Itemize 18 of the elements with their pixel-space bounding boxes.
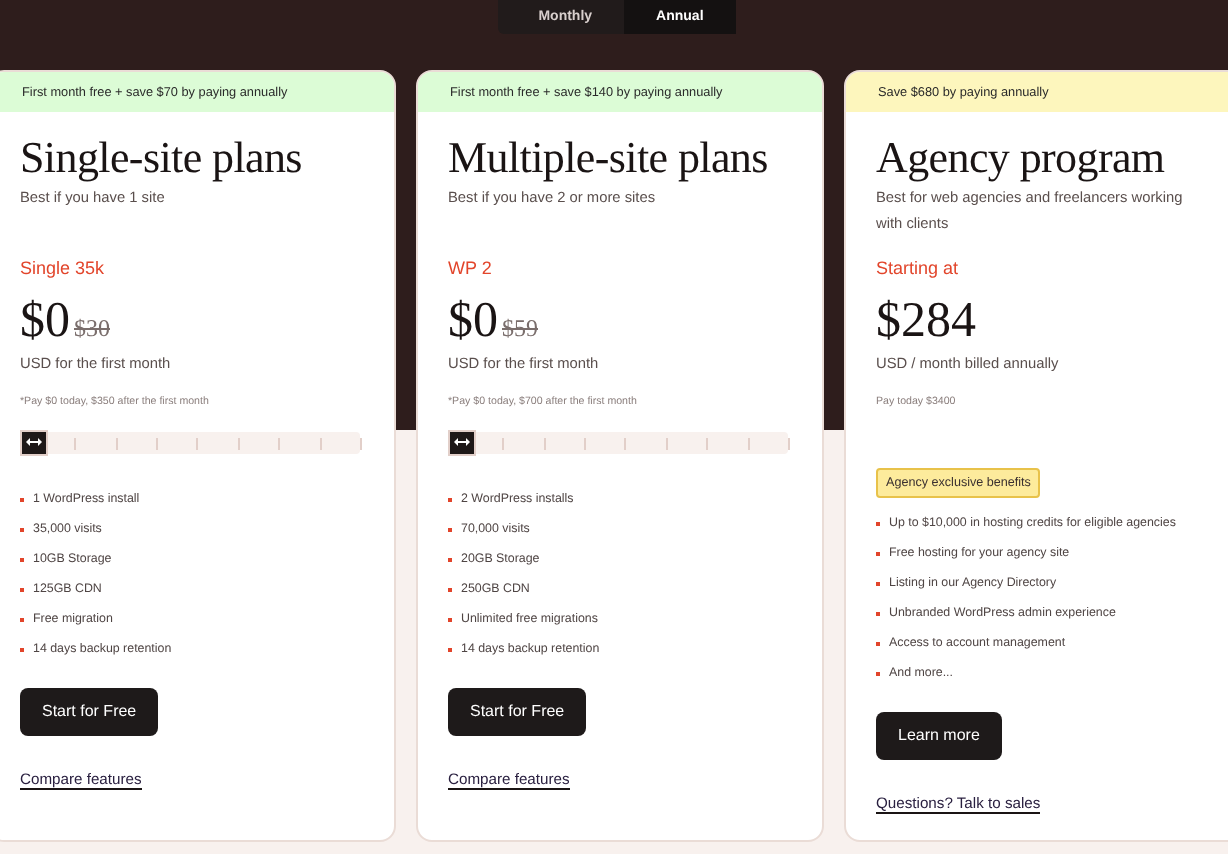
old-price: $30 bbox=[74, 314, 110, 344]
price: $0 bbox=[448, 294, 498, 350]
price: $0 bbox=[20, 294, 70, 350]
tier-label: Starting at bbox=[876, 256, 959, 280]
cta-button[interactable]: Start for Free bbox=[448, 687, 587, 735]
slider-thumb[interactable] bbox=[448, 429, 476, 455]
cta-button[interactable]: Learn more bbox=[876, 711, 1002, 759]
plan-title: Multiple-site plans bbox=[448, 132, 768, 184]
tier-label: WP 2 bbox=[448, 256, 492, 280]
slider-thumb[interactable] bbox=[20, 429, 48, 455]
plan-slider[interactable] bbox=[20, 431, 360, 453]
old-price: $59 bbox=[502, 314, 538, 344]
plan-title: Single-site plans bbox=[20, 132, 302, 184]
price: $284 bbox=[876, 294, 976, 350]
cta-button[interactable]: Start for Free bbox=[20, 687, 159, 735]
tier-label: Single 35k bbox=[20, 256, 105, 280]
plan-title: Agency program bbox=[876, 132, 1165, 184]
plan-slider[interactable] bbox=[448, 431, 788, 453]
